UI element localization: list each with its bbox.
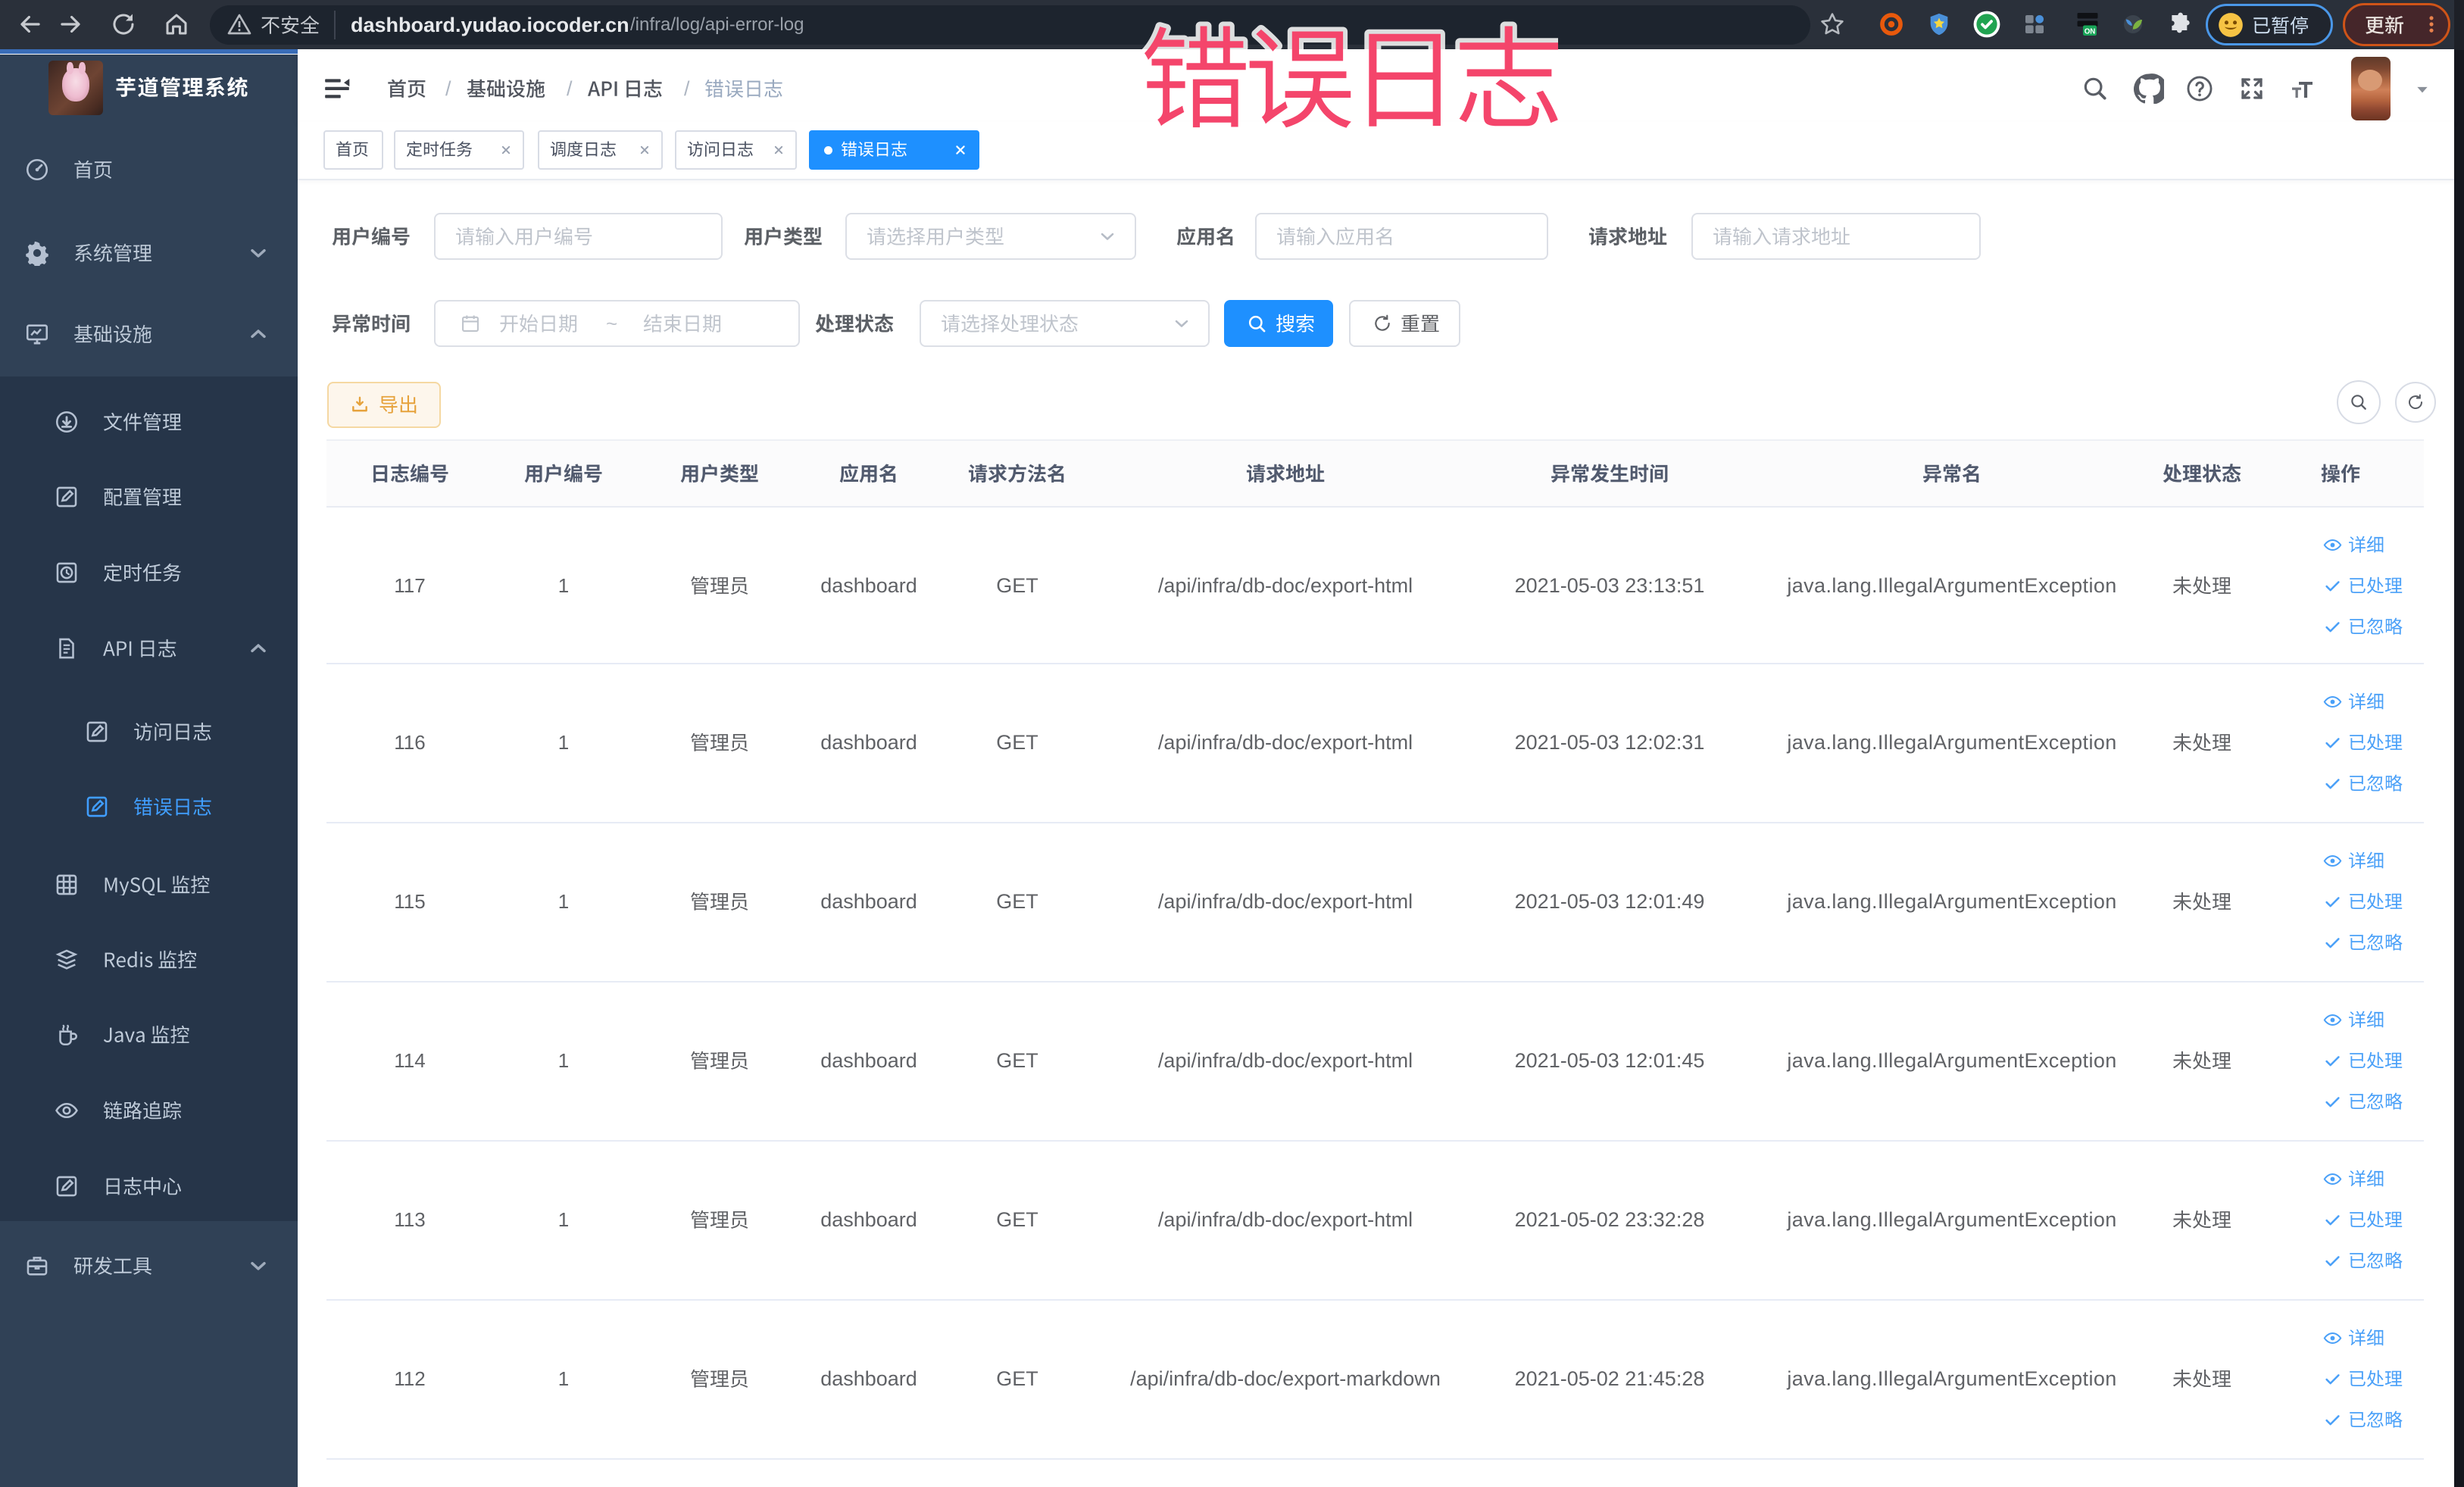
svg-text:ON: ON bbox=[2085, 28, 2096, 36]
